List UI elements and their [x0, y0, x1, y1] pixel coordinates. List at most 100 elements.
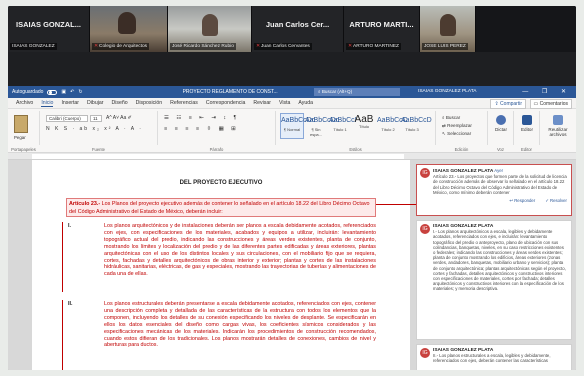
font-name-select[interactable]: Calibri (Cuerpo)	[46, 115, 88, 122]
style-titulo-3[interactable]: AaBbCcD Título 3	[400, 113, 432, 139]
font-size-select[interactable]: 11	[90, 115, 102, 122]
style-titulo-1[interactable]: AaBbCcI Título 1	[328, 113, 357, 139]
tab-diseno[interactable]: Diseño	[111, 100, 127, 106]
group-editing: ⌕ Buscar ⇄ Reemplazar ↖ Seleccionar Edic…	[436, 111, 488, 152]
participant-name: ARTURO MARTI...	[349, 20, 414, 29]
participant-video-person	[440, 14, 456, 36]
microphone-icon	[496, 115, 506, 125]
ribbon-tabs: Archivo Inicio Insertar Dibujar Diseño D…	[8, 98, 576, 109]
paragraph-structural-plans[interactable]: Los planos estructurales deberán present…	[104, 301, 376, 349]
window-controls[interactable]: — ❐ ✕	[522, 86, 572, 98]
comment-card[interactable]: IG ISAIAS GONZALEZ PLATA II.- Los planos…	[416, 344, 572, 370]
style-titulo-2[interactable]: AaBbCcC Título 2	[376, 113, 408, 139]
resolve-button[interactable]: ✓ Resolver	[545, 198, 567, 203]
search-input[interactable]: ⌕ Buscar (Alt+Q)	[314, 88, 400, 96]
group-clipboard: Pegar Portapapeles	[8, 111, 40, 152]
list-icons[interactable]: ☰ ☷ ≡ ⇤ ⇥ ↕ ¶	[164, 115, 239, 121]
style-normal[interactable]: AaBbCcDc ¶ Normal	[280, 113, 315, 139]
avatar: IG	[420, 348, 430, 358]
reuse-files-icon	[553, 115, 563, 125]
comment-connector-line	[376, 204, 416, 205]
comment-card[interactable]: IG ISAIAS GONZALEZ PLATA I.- Los planos …	[416, 220, 572, 340]
comment-text: II.- Los planos estructurales a escala, …	[433, 353, 551, 364]
user-name[interactable]: ISAIAS GONZALEZ PLATA	[418, 86, 476, 98]
change-bar	[62, 300, 63, 370]
comment-actions: ↩ Responder ✓ Resolver	[433, 198, 567, 203]
comment-card[interactable]: IG ISAIAS GONZALEZ PLATA Ayer Artículo 2…	[416, 164, 572, 216]
title-bar: Autoguardado ▣ ↶ ↻ PROYECTO REGLAMENTO D…	[8, 86, 576, 98]
editor-button[interactable]: Editor	[514, 115, 540, 132]
tab-vista[interactable]: Vista	[279, 100, 290, 106]
horizontal-ruler[interactable]	[8, 153, 576, 160]
article-text: Los Planos del proyecto ejecutivo además…	[69, 201, 370, 215]
document-area: DEL PROYECTO EJECUTIVO Artículo 23.- Los…	[8, 160, 576, 370]
participant-caption: ISAIAS GONZALEZ	[10, 43, 57, 50]
editor-icon	[522, 115, 532, 125]
tab-referencias[interactable]: Referencias	[170, 100, 198, 106]
save-icon[interactable]: ▣	[61, 89, 66, 95]
autosave-label: Autoguardado	[12, 89, 44, 95]
replace-button[interactable]: ⇄ Reemplazar	[442, 122, 472, 130]
share-button[interactable]: ⇪ Compartir	[490, 99, 526, 109]
paragraph-architectural-plans[interactable]: Los planos arquitectónicos y de instalac…	[104, 223, 376, 278]
tab-disposicion[interactable]: Disposición	[136, 100, 163, 106]
participant-name: Juan Carlos Cer...	[265, 20, 330, 29]
document-title: PROYECTO REGLAMENTO DE CONST...	[182, 89, 278, 95]
tab-inicio[interactable]: Inicio	[41, 100, 54, 107]
tab-revisar[interactable]: Revisar	[253, 100, 271, 106]
format-buttons[interactable]: N K S · ab x₂ x² A · A ·	[46, 126, 143, 132]
group-label: Edición	[454, 147, 469, 152]
grow-font-icon[interactable]: A^ A˅ Aa ✐	[106, 115, 132, 121]
dictate-button[interactable]: Dictar	[488, 115, 514, 132]
participant-caption: ✕Colegio de Arquitectos	[92, 43, 150, 50]
document-page[interactable]: DEL PROYECTO EJECUTIVO Artículo 23.- Los…	[32, 160, 410, 370]
tab-insertar[interactable]: Insertar	[61, 100, 79, 106]
section-title: DEL PROYECTO EJECUTIVO	[179, 180, 263, 186]
reuse-files-button[interactable]: Reutilizar archivos	[544, 115, 572, 137]
group-label: Voz	[497, 147, 504, 152]
paragraph-number: I.	[68, 223, 71, 229]
autosave-toggle[interactable]	[47, 89, 58, 95]
participant-tile[interactable]: ✕Colegio de Arquitectos	[90, 6, 168, 52]
participant-caption: José Ricardo Sánchez Rubio	[170, 43, 236, 50]
participant-tile[interactable]: JOSE LUIS PEREZ	[420, 6, 476, 52]
paragraph-number: II.	[68, 301, 73, 307]
group-paragraph: ☰ ☷ ≡ ⇤ ⇥ ↕ ¶ ≡ ≡ ≡ ≡ ⇳ ▦ ⊞ Párrafo	[158, 111, 276, 152]
video-participants-strip: ISAIAS GONZAL... ISAIAS GONZALEZ ✕Colegi…	[8, 6, 576, 52]
article-highlighted-text[interactable]: Artículo 23.- Los Planos del proyecto ej…	[66, 198, 376, 217]
participant-tile[interactable]: ISAIAS GONZAL... ISAIAS GONZALEZ	[8, 6, 90, 52]
group-label: Estilos	[349, 147, 362, 152]
comments-pane: IG ISAIAS GONZALEZ PLATA Ayer Artículo 2…	[416, 160, 576, 370]
redo-icon[interactable]: ↻	[78, 89, 82, 95]
align-icons[interactable]: ≡ ≡ ≡ ≡ ⇳ ▦ ⊞	[164, 126, 239, 132]
reply-button[interactable]: ↩ Responder	[509, 198, 535, 203]
tab-correspondencia[interactable]: Correspondencia	[206, 100, 246, 106]
participant-tile[interactable]: Juan Carlos Cer... ✕Juan Carlos Cervante…	[252, 6, 344, 52]
find-button[interactable]: ⌕ Buscar	[442, 114, 472, 122]
group-styles: AaBbCcDc ¶ Normal AaBbCcDc ¶ Sin espa... A…	[276, 111, 436, 152]
participant-tile[interactable]: ARTURO MARTI... ✕ARTURO MARTINEZ	[344, 6, 420, 52]
paste-label: Pegar	[14, 135, 26, 140]
avatar: IG	[420, 168, 430, 178]
select-button[interactable]: ↖ Seleccionar	[442, 130, 472, 138]
muted-mic-icon: ✕	[348, 44, 353, 49]
comment-text: Artículo 23.- Los proyectos que formen p…	[433, 174, 567, 195]
screen-photo: ISAIAS GONZAL... ISAIAS GONZALEZ ✕Colegi…	[8, 6, 576, 370]
tab-ayuda[interactable]: Ayuda	[298, 100, 313, 106]
editing-buttons: ⌕ Buscar ⇄ Reemplazar ↖ Seleccionar	[442, 114, 472, 138]
participant-tile[interactable]: José Ricardo Sánchez Rubio	[168, 6, 252, 52]
tab-archivo[interactable]: Archivo	[16, 100, 33, 106]
ruler-text-area	[32, 154, 404, 159]
comments-button[interactable]: ▭ Comentarios	[529, 99, 572, 109]
group-font: Calibri (Cuerpo) 11 A^ A˅ Aa ✐ N K S · a…	[40, 111, 158, 152]
word-window: Autoguardado ▣ ↶ ↻ PROYECTO REGLAMENTO D…	[8, 86, 576, 370]
group-editor: Editor Editor	[514, 111, 540, 152]
tab-dibujar[interactable]: Dibujar	[87, 100, 103, 106]
style-sin-espaciado[interactable]: AaBbCcDc ¶ Sin espa...	[304, 113, 339, 139]
paste-icon[interactable]	[14, 115, 28, 133]
style-titulo[interactable]: AaB Título	[352, 113, 376, 139]
style-gallery: AaBbCcDc ¶ Normal AaBbCcDc ¶ Sin espa... A…	[280, 113, 432, 139]
strip-filler	[476, 6, 576, 52]
comment-time: Ayer	[494, 168, 504, 173]
undo-icon[interactable]: ↶	[70, 89, 74, 95]
